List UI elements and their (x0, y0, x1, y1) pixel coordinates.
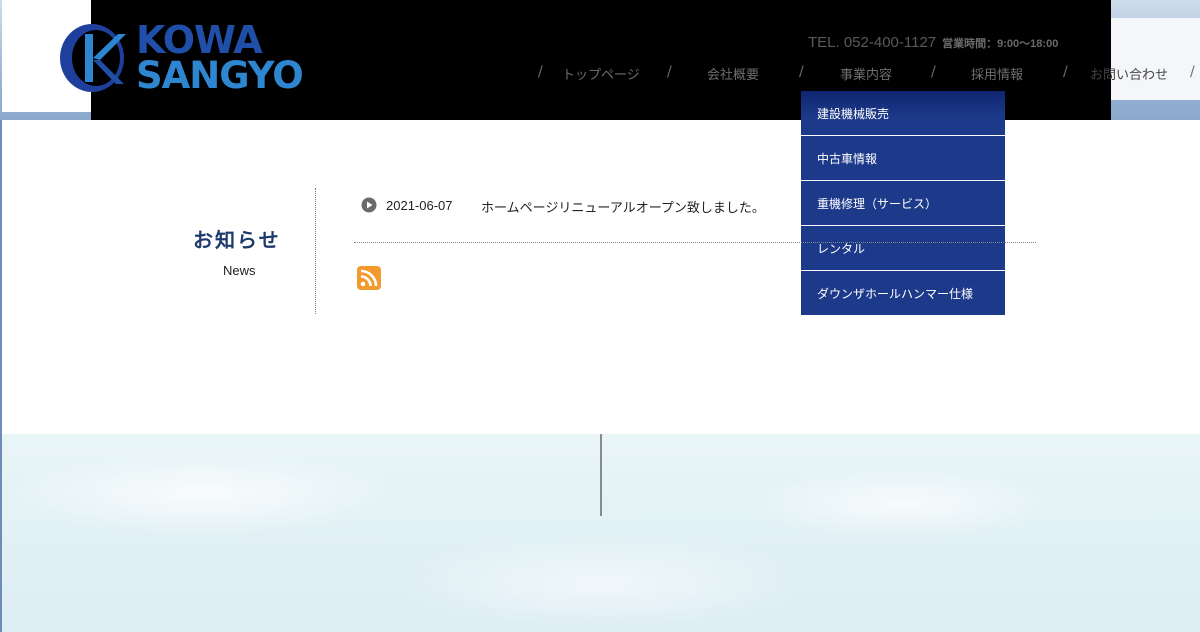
news-section-subtitle: News (223, 263, 256, 278)
nav-separator: / (538, 64, 543, 80)
sky-divider-line (600, 434, 602, 516)
news-divider (315, 188, 316, 314)
play-circle-icon (361, 197, 377, 213)
dropdown-item-used-vehicles[interactable]: 中古車情報 (801, 136, 1005, 180)
rss-icon (357, 266, 381, 290)
business-hours: 営業時間：9:00～18:00 (942, 38, 1059, 50)
business-dropdown-menu: 建設機械販売 中古車情報 重機修理（サービス） レンタル ダウンザホールハンマー… (801, 91, 1005, 315)
dropdown-item-dth-hammer[interactable]: ダウンザホールハンマー仕様 (801, 271, 1005, 315)
nav-separator: / (799, 64, 804, 80)
news-item[interactable]: 2021-06-07 ホームページリニューアルオープン致しました。 (361, 196, 801, 216)
nav-separator: / (1190, 64, 1195, 80)
phone-number: TEL. 052-400-1127 (808, 34, 937, 51)
nav-item-recruit[interactable]: 採用情報 (971, 64, 1023, 83)
nav-item-contact[interactable]: お問い合わせ (1090, 64, 1168, 83)
contact-info: TEL. 052-400-1127 営業時間：9:00～18:00 (808, 34, 1108, 52)
nav-separator: / (667, 64, 672, 80)
rss-feed-link[interactable] (357, 266, 381, 290)
nav-item-top[interactable]: トップページ (562, 64, 640, 83)
dropdown-item-rental[interactable]: レンタル (801, 226, 1005, 270)
nav-separator: / (931, 64, 936, 80)
news-section-title: お知らせ (193, 228, 281, 252)
nav-separator: / (1063, 64, 1068, 80)
news-date: 2021-06-07 (386, 198, 453, 213)
nav-item-business[interactable]: 事業内容 (840, 64, 892, 83)
dropdown-item-machinery-sales[interactable]: 建設機械販売 (801, 91, 1005, 135)
news-headline[interactable]: ホームページリニューアルオープン致しました。 (481, 197, 765, 216)
dropdown-item-repair-service[interactable]: 重機修理（サービス） (801, 181, 1005, 225)
main-nav: / トップページ / 会社概要 / 事業内容 / 採用情報 / お問い合わせ / (0, 64, 1200, 88)
nav-item-company[interactable]: 会社概要 (707, 64, 759, 83)
news-separator (354, 242, 1036, 243)
